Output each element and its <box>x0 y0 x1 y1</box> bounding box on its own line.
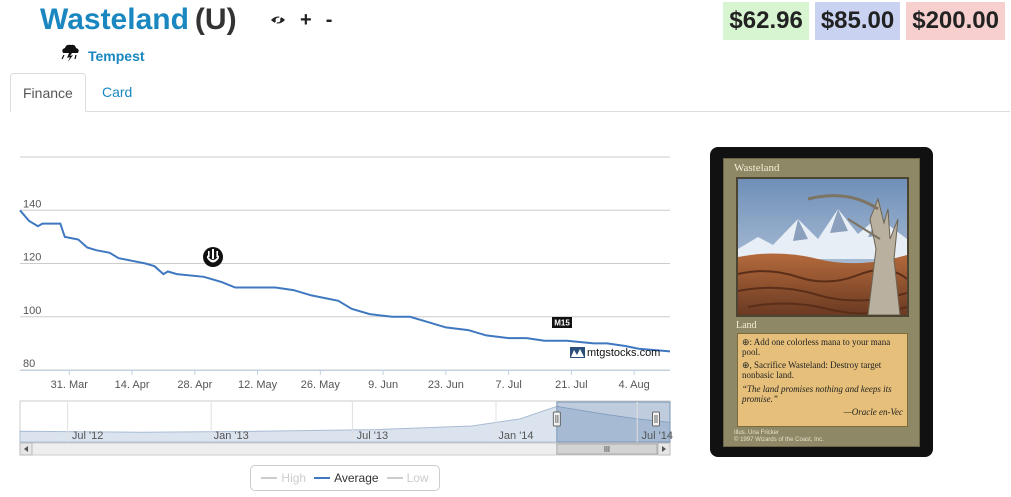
x-tick-label: 4. Aug <box>619 379 650 391</box>
card-type-line: Land <box>736 320 757 331</box>
chart-legend: High Average Low <box>250 465 440 491</box>
tab-bar: Finance Card <box>10 73 1010 112</box>
tab-finance[interactable]: Finance <box>10 73 86 112</box>
card-illustrator: Illus. Una Fricker © 1997 Wizards of the… <box>734 430 824 443</box>
navigator-tick-label: Jan '13 <box>214 430 249 442</box>
tempest-set-icon <box>60 44 80 67</box>
legend-item-high[interactable]: High <box>261 471 306 485</box>
low-price-badge: $62.96 <box>723 2 809 40</box>
x-tick-label: 7. Jul <box>495 379 521 391</box>
m15-annotation: M15 <box>552 317 572 328</box>
add-button[interactable]: + <box>300 8 312 32</box>
navigator-tick-label: Jul '12 <box>72 430 103 442</box>
high-price-badge: $200.00 <box>906 2 1005 40</box>
tap-symbol-icon: ⊕ <box>742 337 750 347</box>
x-tick-label: 21. Jul <box>555 379 587 391</box>
watch-icon[interactable] <box>270 13 286 27</box>
scrollbar[interactable] <box>19 442 671 456</box>
tap-symbol-icon: ⊕ <box>742 360 750 370</box>
card-flavor-text: “The land promises nothing and keeps its… <box>742 384 892 404</box>
set-name-link[interactable]: Tempest <box>88 48 145 64</box>
navigator-right-handle[interactable] <box>652 411 660 427</box>
svg-text:mtgstocks.com: mtgstocks.com <box>587 347 660 359</box>
chart-grid <box>20 156 670 371</box>
card-artwork <box>736 177 909 317</box>
y-tick-label: 100 <box>23 305 41 317</box>
navigator-tick-label: Jul '14 <box>642 430 673 442</box>
navigator-tick-label: Jul '13 <box>357 430 388 442</box>
x-tick-label: 31. Mar <box>51 379 89 391</box>
x-tick-label: 14. Apr <box>115 379 150 391</box>
legend-item-low[interactable]: Low <box>386 471 429 485</box>
navigator[interactable]: Jul '12 Jan '13 Jul '13 Jan '14 Jul '14 <box>19 400 673 444</box>
card-frame: Wasteland Land ⊕: Add one colorless mana… <box>723 158 920 447</box>
x-tick-label: 9. Jun <box>368 379 398 391</box>
credit-watermark: mtgstocks.com <box>570 347 660 359</box>
y-tick-label: 80 <box>23 358 35 370</box>
y-tick-label: 140 <box>23 198 41 210</box>
average-series-line <box>19 209 671 353</box>
set-symbol-icon <box>203 247 223 267</box>
average-price-badge: $85.00 <box>814 2 901 40</box>
title-actions: + - <box>270 8 332 32</box>
price-chart: 80 100 120 140 31. Mar 14. Apr 28. Apr 12. May… <box>19 156 673 456</box>
y-axis-ticks: 80 100 120 140 <box>23 198 41 370</box>
x-tick-label: 26. May <box>301 379 341 391</box>
card-page: Wasteland (U) + - Tempest $62.96 $85.00 $… <box>0 0 1011 497</box>
card-text-box: ⊕: Add one colorless mana to your mana p… <box>737 333 908 427</box>
x-tick-label: 28. Apr <box>177 379 212 391</box>
set-line: Tempest <box>60 44 145 67</box>
card-image-name: Wasteland <box>734 162 780 174</box>
remove-button[interactable]: - <box>326 8 333 32</box>
x-axis-ticks: 31. Mar 14. Apr 28. Apr 12. May 26. May 9. Ju… <box>51 370 650 391</box>
y-tick-label: 120 <box>23 252 41 264</box>
card-image: Wasteland Land ⊕: Add one colorless mana… <box>710 147 933 457</box>
card-title: Wasteland (U) <box>40 1 237 39</box>
card-rarity: (U) <box>194 3 237 36</box>
card-name: Wasteland <box>40 3 189 36</box>
tab-card[interactable]: Card <box>90 73 144 112</box>
svg-text:M15: M15 <box>554 319 570 328</box>
legend-item-average[interactable]: Average <box>314 471 379 485</box>
navigator-left-handle[interactable] <box>552 411 561 427</box>
card-flavor-attribution: —Oracle en-Vec <box>843 407 903 417</box>
navigator-tick-label: Jan '14 <box>498 430 533 442</box>
price-badges: $62.96 $85.00 $200.00 <box>723 2 1005 40</box>
x-tick-label: 23. Jun <box>428 379 464 391</box>
x-tick-label: 12. May <box>238 379 278 391</box>
